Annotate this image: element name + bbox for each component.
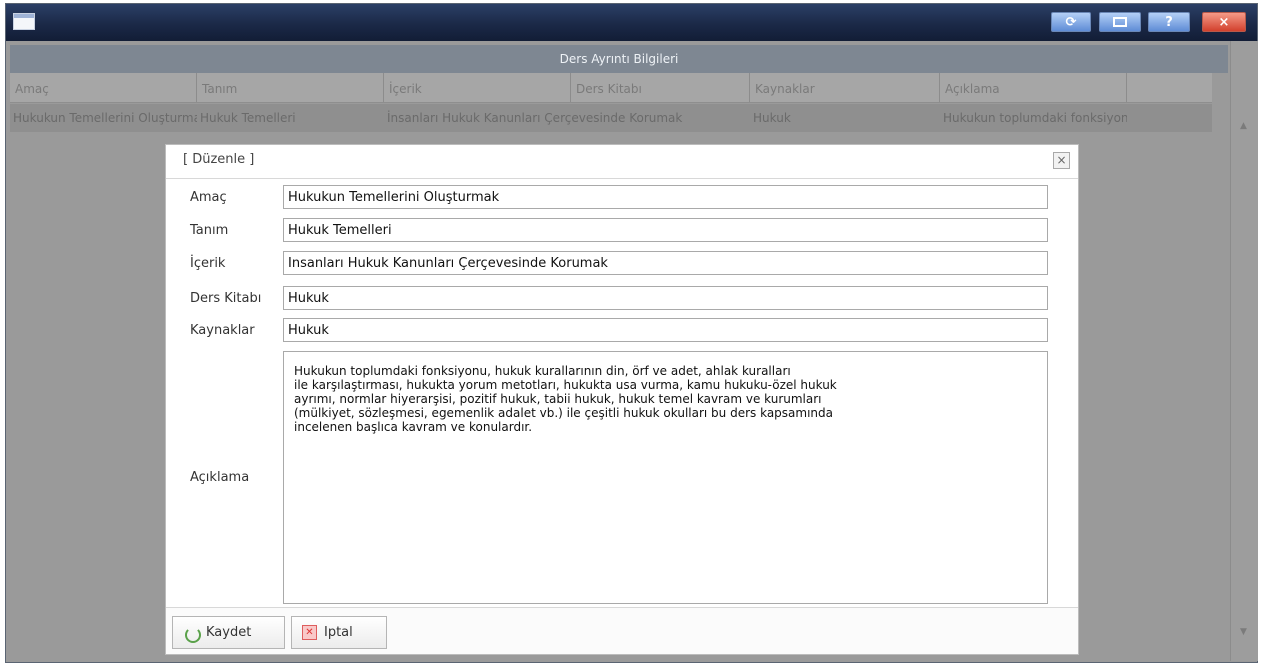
table-row[interactable]: Hukukun Temellerini Oluşturmak Hukuk Tem… bbox=[10, 104, 1212, 132]
kaynaklar-input[interactable] bbox=[283, 318, 1048, 342]
dialog-title: [ Düzenle ] bbox=[183, 152, 255, 167]
vertical-scrollbar[interactable]: ▲ ▼ bbox=[1230, 41, 1258, 661]
form-row-kaynaklar: Kaynaklar bbox=[166, 318, 1078, 344]
save-button-label: Kaydet bbox=[206, 625, 252, 640]
save-icon bbox=[183, 625, 201, 643]
app-window-icon bbox=[13, 13, 35, 30]
restore-icon bbox=[1113, 17, 1127, 27]
table-cell-icerik: İnsanları Hukuk Kanunları Çerçevesinde K… bbox=[387, 111, 683, 125]
tanim-input[interactable] bbox=[283, 218, 1048, 242]
close-icon: × bbox=[1056, 153, 1067, 167]
column-header-amac[interactable]: Amaç bbox=[10, 73, 197, 102]
edit-dialog: [ Düzenle ] × Amaç Tanım İçerik Ders Kit… bbox=[165, 144, 1079, 655]
dialog-title-bar: [ Düzenle ] × bbox=[166, 145, 1078, 179]
scroll-up-icon[interactable]: ▲ bbox=[1240, 121, 1247, 131]
restore-button[interactable] bbox=[1099, 12, 1141, 32]
form-row-icerik: İçerik bbox=[166, 251, 1078, 277]
grid-header: Amaç Tanım İçerik Ders Kitabı Kaynaklar … bbox=[10, 73, 1212, 103]
close-window-button[interactable]: × bbox=[1202, 12, 1246, 32]
column-header-kaynaklar[interactable]: Kaynaklar bbox=[750, 73, 940, 102]
dialog-button-bar: Kaydet ✕ Iptal bbox=[166, 607, 1078, 654]
scroll-down-icon[interactable]: ▼ bbox=[1240, 627, 1247, 637]
tanim-label: Tanım bbox=[190, 223, 229, 238]
column-header-tanim[interactable]: Tanım bbox=[197, 73, 384, 102]
table-cell-kaynaklar: Hukuk bbox=[753, 111, 791, 125]
amac-input[interactable] bbox=[283, 185, 1048, 209]
table-cell-tanim: Hukuk Temelleri bbox=[200, 111, 296, 125]
column-header-ders-kitabi[interactable]: Ders Kitabı bbox=[571, 73, 750, 102]
save-button[interactable]: Kaydet bbox=[172, 616, 285, 649]
form-row-amac: Amaç bbox=[166, 185, 1078, 211]
aciklama-textarea[interactable]: Hukukun toplumdaki fonksiyonu, hukuk kur… bbox=[283, 351, 1048, 604]
form-row-ders-kitabi: Ders Kitabı bbox=[166, 286, 1078, 312]
refresh-button[interactable]: ⟳ bbox=[1051, 12, 1091, 32]
close-icon: × bbox=[1218, 14, 1230, 30]
table-cell-amac: Hukukun Temellerini Oluşturmak bbox=[13, 111, 197, 125]
column-header-spacer bbox=[1127, 73, 1212, 102]
kaynaklar-label: Kaynaklar bbox=[190, 323, 255, 338]
panel-title: Ders Ayrıntı Bilgileri bbox=[10, 45, 1228, 73]
column-header-aciklama[interactable]: Açıklama bbox=[940, 73, 1127, 102]
refresh-icon: ⟳ bbox=[1065, 14, 1077, 30]
help-icon: ? bbox=[1165, 14, 1173, 30]
table-cell-aciklama: Hukukun toplumdaki fonksiyonu bbox=[943, 111, 1127, 125]
dialog-close-button[interactable]: × bbox=[1053, 152, 1070, 169]
form-row-tanim: Tanım bbox=[166, 218, 1078, 244]
cancel-icon: ✕ bbox=[302, 625, 317, 640]
amac-label: Amaç bbox=[190, 190, 227, 205]
cancel-button-label: Iptal bbox=[324, 625, 353, 640]
aciklama-label: Açıklama bbox=[190, 470, 250, 485]
icerik-input[interactable] bbox=[283, 251, 1048, 275]
title-bar: ⟳ ? × bbox=[6, 4, 1257, 41]
icerik-label: İçerik bbox=[190, 256, 226, 271]
cancel-button[interactable]: ✕ Iptal bbox=[291, 616, 387, 649]
ders-kitabi-input[interactable] bbox=[283, 286, 1048, 310]
column-header-icerik[interactable]: İçerik bbox=[384, 73, 571, 102]
ders-kitabi-label: Ders Kitabı bbox=[190, 291, 262, 306]
help-button[interactable]: ? bbox=[1148, 12, 1190, 32]
